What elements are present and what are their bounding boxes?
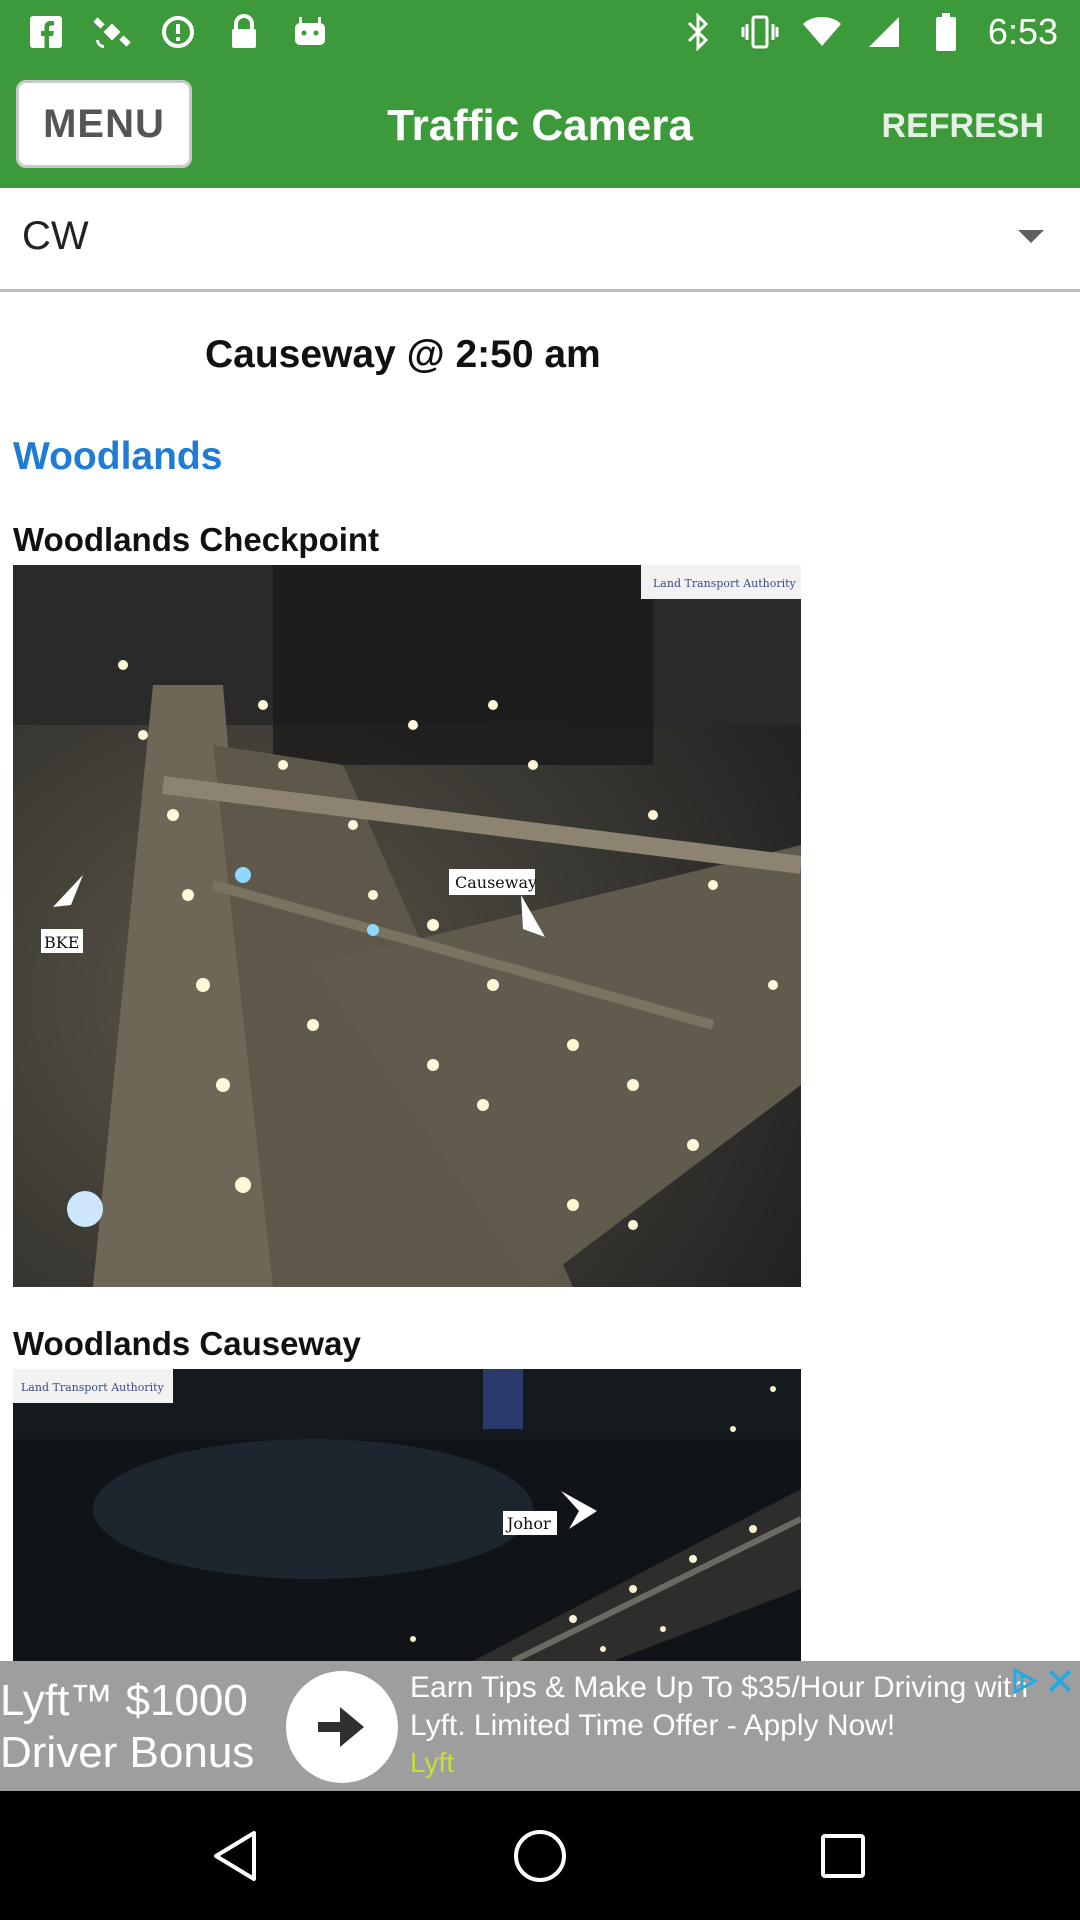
ad-choices-icon[interactable] xyxy=(1006,1663,1042,1699)
facebook-icon xyxy=(26,12,66,52)
app-bar: Traffic Camera MENU REFRESH xyxy=(0,64,1080,188)
back-icon[interactable] xyxy=(200,1821,270,1891)
refresh-button[interactable]: REFRESH xyxy=(882,94,1044,158)
battery-icon xyxy=(926,12,966,52)
ad-advertiser: Lyft xyxy=(410,1747,455,1778)
status-time: 6:53 xyxy=(987,11,1058,52)
android-icon xyxy=(290,12,330,52)
ad-headline-line: Lyft™ $1000 xyxy=(0,1676,248,1725)
dropdown-selected-value: CW xyxy=(22,214,89,258)
camera-label: Woodlands Checkpoint xyxy=(13,521,380,558)
camera-image-causeway[interactable]: Land Transport Authority Johor xyxy=(13,1369,801,1661)
notification-icons xyxy=(26,10,330,54)
system-nav-bar xyxy=(0,1791,1080,1920)
system-icons: 6:53 xyxy=(678,10,1058,54)
recents-icon[interactable] xyxy=(808,1821,878,1891)
data-saver-icon xyxy=(158,12,198,52)
ad-headline: Lyft™ $1000 Driver Bonus xyxy=(0,1661,300,1791)
bluetooth-icon xyxy=(678,12,718,52)
arrow-right-icon[interactable] xyxy=(286,1671,398,1783)
vibrate-icon xyxy=(740,12,780,52)
ad-banner[interactable]: Lyft™ $1000 Driver Bonus Earn Tips & Mak… xyxy=(0,1661,1080,1791)
camera-list[interactable]: Causeway @ 2:50 am Woodlands Woodlands C… xyxy=(0,295,1080,1661)
camera-image-checkpoint[interactable]: Land Transport Authority Causeway BKE xyxy=(13,565,801,1287)
camera-watermark: Land Transport Authority xyxy=(21,1381,165,1394)
camera-label: Woodlands Causeway xyxy=(13,1325,361,1362)
ad-headline-line: Driver Bonus xyxy=(0,1728,255,1777)
status-bar: 6:53 xyxy=(0,0,1080,64)
section-title-woodlands: Woodlands xyxy=(13,435,223,478)
lock-icon xyxy=(224,12,264,52)
satellite-icon xyxy=(92,12,132,52)
home-icon[interactable] xyxy=(505,1821,575,1891)
caret-down-icon xyxy=(1018,230,1044,243)
sign-label: BKE xyxy=(44,933,79,952)
menu-button[interactable]: MENU xyxy=(16,80,192,168)
close-icon[interactable] xyxy=(1042,1663,1078,1699)
signal-icon xyxy=(864,12,904,52)
sign-label: Causeway xyxy=(455,873,537,892)
app-screen: 6:53 Traffic Camera MENU REFRESH CW Caus… xyxy=(0,0,1080,1920)
wifi-icon xyxy=(802,12,842,52)
location-dropdown[interactable]: CW xyxy=(0,188,1080,292)
ad-body: Earn Tips & Make Up To $35/Hour Driving … xyxy=(410,1671,1029,1742)
updated-heading: Causeway @ 2:50 am xyxy=(205,333,601,376)
sign-label: Johor xyxy=(505,1514,551,1533)
camera-watermark: Land Transport Authority xyxy=(653,577,797,590)
